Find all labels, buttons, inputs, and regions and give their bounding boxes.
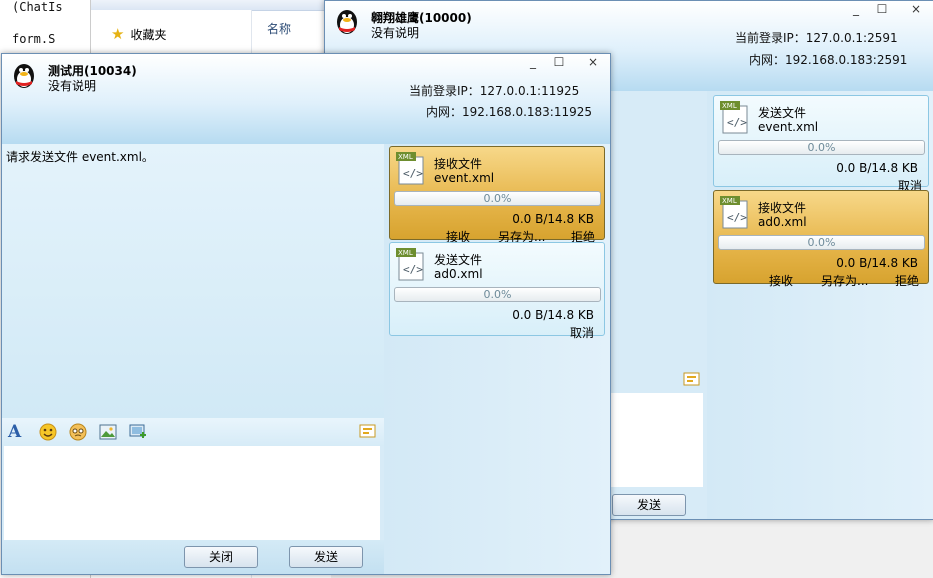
file-transfer-card: XML </> 接收文件 event.xml 0.0% 0.0 B/14.8 K… [389,146,605,244]
name-column-header[interactable]: 名称 [267,20,291,37]
transfer-title: 接收文件 [758,201,807,215]
svg-text:</>: </> [403,263,423,276]
image-icon[interactable] [99,423,117,441]
close-chat-button[interactable]: 关闭 [184,546,258,568]
qq-penguin-icon [14,64,34,88]
window-subtitle: 没有说明 [48,79,97,93]
sticker-icon[interactable] [69,423,87,441]
xml-file-icon: XML </> [396,152,424,185]
code-line: (ChatIs [12,0,63,14]
transfer-progress-bar: 0.0% [394,287,601,302]
close-button[interactable]: × [580,54,606,72]
reject-link[interactable]: 拒绝 [895,272,919,289]
transfer-filename: event.xml [434,171,495,185]
transfer-filename: ad0.xml [758,215,807,229]
transfer-title: 发送文件 [758,106,807,120]
transfer-size: 0.0 B/14.8 KB [512,212,594,226]
login-ip: 当前登录IP：127.0.0.1:11925 [409,84,580,98]
transfer-size: 0.0 B/14.8 KB [512,308,594,322]
lan-ip: 内网：192.168.0.183:11925 [426,105,593,119]
maximize-button[interactable]: ☐ [546,54,572,72]
system-message: 请求发送文件 event.xml。 [6,150,154,164]
favorites-label: 收藏夹 [130,28,167,42]
svg-text:</>: </> [727,116,747,129]
xml-file-icon: XML </> [396,248,424,281]
maximize-button[interactable]: ☐ [869,1,895,19]
input-area[interactable] [611,393,703,487]
screenshot-icon[interactable] [129,423,147,441]
minimize-button[interactable]: _ [843,1,869,19]
minimize-button[interactable]: _ [520,54,546,72]
code-line: form.S [12,32,56,46]
star-icon: ★ [111,25,125,43]
xml-file-icon: XML </> [720,101,748,134]
lan-ip: 内网：192.168.0.183:2591 [749,53,908,67]
close-button[interactable]: × [903,1,929,19]
emoji-icon[interactable] [39,423,57,441]
svg-text:XML: XML [398,249,413,257]
input-toolbar [2,418,384,446]
transfer-filename: ad0.xml [434,267,483,281]
accept-link[interactable]: 接收 [769,272,793,289]
history-icon[interactable] [359,423,377,441]
file-transfer-card: XML </> 接收文件 ad0.xml 0.0% 0.0 B/14.8 KB … [713,190,929,288]
transfer-size: 0.0 B/14.8 KB [836,161,918,175]
file-transfer-card: XML </> 发送文件 ad0.xml 0.0% 0.0 B/14.8 KB … [389,242,605,340]
send-button[interactable]: 发送 [612,494,686,516]
file-transfer-card: XML </> 发送文件 event.xml 0.0% 0.0 B/14.8 K… [713,95,929,193]
svg-text:XML: XML [722,197,737,205]
send-button[interactable]: 发送 [289,546,363,568]
chat-window-front: 测试用(10034) 没有说明 _ ☐ × 当前登录IP：127.0.0.1:1… [1,53,611,575]
transfer-progress-bar: 0.0% [718,235,925,250]
xml-file-icon: XML </> [720,196,748,229]
message-history: 请求发送文件 event.xml。 [2,144,384,418]
font-icon[interactable]: A [8,423,26,441]
svg-text:</>: </> [727,211,747,224]
save-as-link[interactable]: 另存为... [821,272,868,289]
svg-text:XML: XML [398,153,413,161]
history-icon[interactable] [683,371,701,389]
svg-text:XML: XML [722,102,737,110]
transfer-progress-bar: 0.0% [718,140,925,155]
transfer-filename: event.xml [758,120,819,134]
login-ip: 当前登录IP：127.0.0.1:2591 [735,31,898,45]
transfer-progress-bar: 0.0% [394,191,601,206]
cancel-link[interactable]: 取消 [570,324,594,341]
svg-text:</>: </> [403,167,423,180]
transfer-title: 接收文件 [434,157,483,171]
message-input[interactable] [4,446,380,540]
transfer-size: 0.0 B/14.8 KB [836,256,918,270]
window-subtitle: 没有说明 [371,26,420,40]
transfer-title: 发送文件 [434,253,483,267]
favorites-item[interactable]: ★ 收藏夹 [111,25,166,43]
qq-penguin-icon [337,10,357,34]
